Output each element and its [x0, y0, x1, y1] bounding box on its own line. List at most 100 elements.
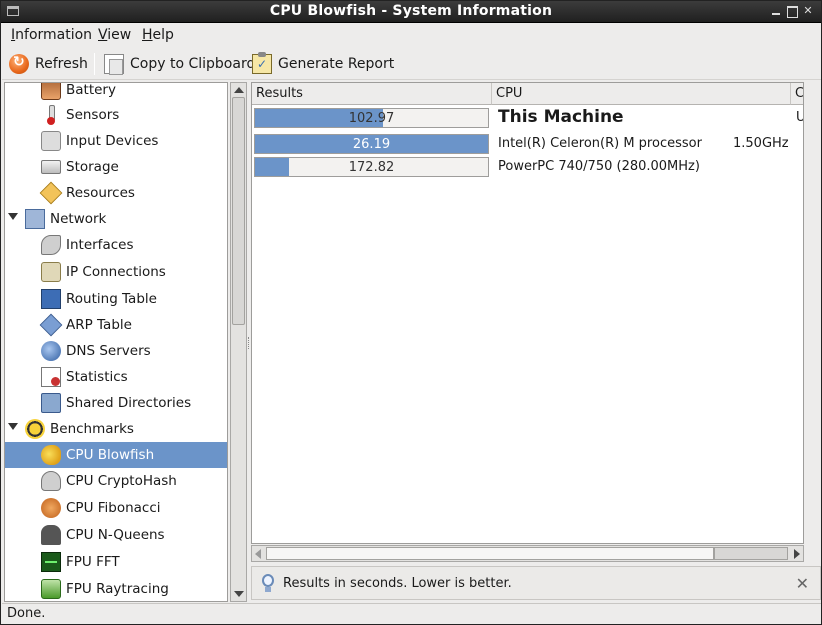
sidebar-item-battery[interactable]: Battery: [5, 82, 227, 103]
scroll-left-icon[interactable]: [255, 549, 261, 559]
expander-arrow-icon[interactable]: [8, 213, 18, 220]
battery-icon: [41, 83, 61, 100]
arp-icon: [39, 313, 63, 337]
copy-label: Copy to Clipboard: [130, 56, 256, 72]
sidebar-item-label: FPU Raytracing: [66, 581, 169, 597]
sidebar-item-fpu-fft[interactable]: FPU FFT: [5, 549, 227, 575]
sidebar-item-label: Sensors: [66, 107, 120, 123]
app-window: CPU Blowfish - System Information ✕ Info…: [0, 0, 822, 625]
chess-queen-icon: [41, 525, 61, 545]
sidebar-item-label: CPU Fibonacci: [66, 500, 161, 516]
expander-arrow-icon[interactable]: [8, 423, 18, 430]
refresh-icon: [9, 54, 29, 74]
menu-information[interactable]: Information: [11, 27, 92, 43]
scroll-down-icon[interactable]: [234, 591, 244, 597]
copy-to-clipboard-button[interactable]: Copy to Clipboard: [104, 51, 255, 77]
sidebar-scrollbar[interactable]: [230, 82, 247, 602]
results-side-gutter: [804, 82, 821, 544]
benchmark-icon: [25, 419, 45, 439]
horizontal-scroll-trough[interactable]: [266, 547, 714, 560]
sidebar-item-storage[interactable]: Storage: [5, 154, 227, 180]
sidebar-item-interfaces[interactable]: Interfaces: [5, 232, 227, 258]
results-horizontal-scrollbar[interactable]: [251, 545, 804, 562]
sidebar-item-dns-servers[interactable]: DNS Servers: [5, 338, 227, 364]
status-bar: Done.: [2, 603, 821, 624]
result-bar: 102.97: [254, 108, 489, 128]
waveform-icon: [41, 552, 61, 572]
close-icon[interactable]: ✕: [796, 574, 809, 593]
sidebar-item-cpu-fibonacci[interactable]: CPU Fibonacci: [5, 495, 227, 521]
keys-icon: [41, 471, 61, 491]
table-row[interactable]: 172.82 PowerPC 740/750 (280.00MHz): [252, 155, 803, 178]
sidebar-item-label: Benchmarks: [50, 421, 134, 437]
sidebar-item-cpu-blowfish[interactable]: CPU Blowfish: [5, 442, 227, 468]
shared-folder-icon: [41, 393, 61, 413]
menu-bar: Information View Help: [2, 24, 821, 46]
menu-help[interactable]: Help: [142, 27, 174, 43]
scroll-right-icon[interactable]: [794, 549, 800, 559]
sidebar-item-arp-table[interactable]: ARP Table: [5, 312, 227, 338]
sidebar-item-label: FPU FFT: [66, 554, 120, 570]
window-title: CPU Blowfish - System Information: [269, 3, 553, 19]
sidebar-item-benchmarks[interactable]: Benchmarks: [5, 416, 227, 442]
sidebar-item-label: Routing Table: [66, 291, 157, 307]
cpu-name: Intel(R) Celeron(R) M processor: [498, 136, 702, 151]
toolbar: Refresh Copy to Clipboard Generate Repor…: [2, 47, 821, 80]
results-table: Results CPU C 102.97 This Machine U 26.1…: [251, 82, 804, 544]
generate-report-button[interactable]: Generate Report: [252, 51, 394, 77]
close-window-icon[interactable]: ✕: [801, 4, 815, 18]
sidebar-scroll-thumb[interactable]: [232, 97, 245, 325]
network-icon: [25, 209, 45, 229]
maximize-icon[interactable]: [785, 4, 799, 18]
scroll-up-icon[interactable]: [234, 87, 244, 93]
sidebar-item-routing-table[interactable]: Routing Table: [5, 286, 227, 312]
horizontal-scroll-thumb[interactable]: [714, 547, 788, 560]
table-row[interactable]: 26.19 Intel(R) Celeron(R) M processor 1.…: [252, 132, 803, 155]
column-header-cpu[interactable]: CPU: [492, 83, 791, 105]
cpu-name: This Machine: [498, 107, 624, 127]
sidebar-item-fpu-raytracing[interactable]: FPU Raytracing: [5, 576, 227, 601]
network-interface-icon: [41, 235, 61, 255]
sidebar-item-network[interactable]: Network: [5, 206, 227, 232]
table-row[interactable]: 102.97 This Machine U: [252, 106, 803, 129]
sidebar-item-label: Battery: [66, 82, 116, 98]
cpu-frequency: 1.50GHz: [733, 136, 789, 151]
sidebar-item-cpu-n-queens[interactable]: CPU N-Queens: [5, 522, 227, 548]
sidebar-item-cpu-cryptohash[interactable]: CPU CryptoHash: [5, 468, 227, 494]
sidebar-item-label: Statistics: [66, 369, 128, 385]
thermometer-icon: [41, 105, 61, 125]
sidebar-item-shared-directories[interactable]: Shared Directories: [5, 390, 227, 416]
sidebar-tree[interactable]: Battery Sensors Input Devices Storage Re…: [4, 82, 228, 602]
info-bar: Results in seconds. Lower is better. ✕: [251, 566, 821, 600]
plug-icon: [41, 262, 61, 282]
info-message: Results in seconds. Lower is better.: [283, 576, 512, 591]
result-bar: 26.19: [254, 134, 489, 154]
statistics-icon: [41, 367, 61, 387]
blowfish-icon: [41, 445, 61, 465]
raytracing-icon: [41, 579, 61, 599]
sidebar-item-label: Storage: [66, 159, 119, 175]
sidebar-item-label: Interfaces: [66, 237, 134, 253]
column-header-clipped[interactable]: C: [791, 83, 803, 105]
clipped-cell: U: [796, 110, 803, 125]
menu-view-mnemonic: V: [98, 27, 108, 43]
menu-view[interactable]: View: [98, 27, 131, 43]
sidebar-item-label: IP Connections: [66, 264, 166, 280]
result-value: 26.19: [352, 137, 391, 152]
toolbar-separator: [94, 53, 95, 75]
title-bar[interactable]: CPU Blowfish - System Information ✕: [1, 1, 821, 23]
sidebar-item-label: Resources: [66, 185, 135, 201]
column-header-results[interactable]: Results: [252, 83, 492, 105]
sidebar-item-resources[interactable]: Resources: [5, 180, 227, 206]
sidebar-item-sensors[interactable]: Sensors: [5, 102, 227, 128]
sidebar-item-label: CPU N-Queens: [66, 527, 165, 543]
report-icon: [252, 52, 272, 74]
shell-icon: [41, 498, 61, 518]
sidebar-item-ip-connections[interactable]: IP Connections: [5, 259, 227, 285]
sidebar-item-statistics[interactable]: Statistics: [5, 364, 227, 390]
result-value: 172.82: [348, 160, 395, 175]
sidebar-item-input-devices[interactable]: Input Devices: [5, 128, 227, 154]
minimize-icon[interactable]: [769, 4, 783, 18]
refresh-label: Refresh: [35, 56, 88, 72]
refresh-button[interactable]: Refresh: [9, 51, 88, 77]
